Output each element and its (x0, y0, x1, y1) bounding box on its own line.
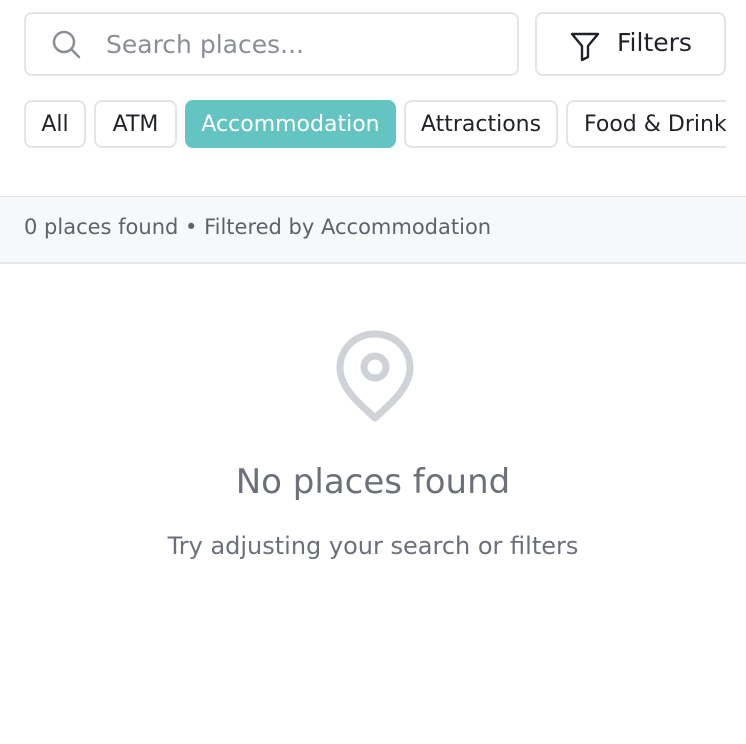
results-summary: 0 places found • Filtered by Accommodati… (24, 215, 492, 239)
empty-state-subtitle: Try adjusting your search or filters (167, 532, 579, 560)
results-bar: 0 places found • Filtered by Accommodati… (0, 197, 746, 264)
filter-icon (570, 32, 600, 62)
search-input[interactable] (106, 14, 506, 74)
header: Filters All ATM Accommodation Attraction… (0, 0, 746, 197)
search-icon (52, 30, 81, 59)
chip-accommodation[interactable]: Accommodation (185, 100, 396, 148)
search-box[interactable] (24, 12, 519, 76)
empty-state-title: No places found (235, 462, 511, 502)
chip-attractions[interactable]: Attractions (404, 100, 558, 148)
filters-button[interactable]: Filters (535, 12, 726, 76)
map-pin-icon (336, 330, 414, 422)
chip-all[interactable]: All (24, 100, 86, 148)
filters-label: Filters (617, 28, 692, 57)
category-chips: All ATM Accommodation Attractions Food &… (24, 100, 726, 148)
chip-food-drink[interactable]: Food & Drink (566, 100, 726, 148)
chip-atm[interactable]: ATM (94, 100, 177, 148)
